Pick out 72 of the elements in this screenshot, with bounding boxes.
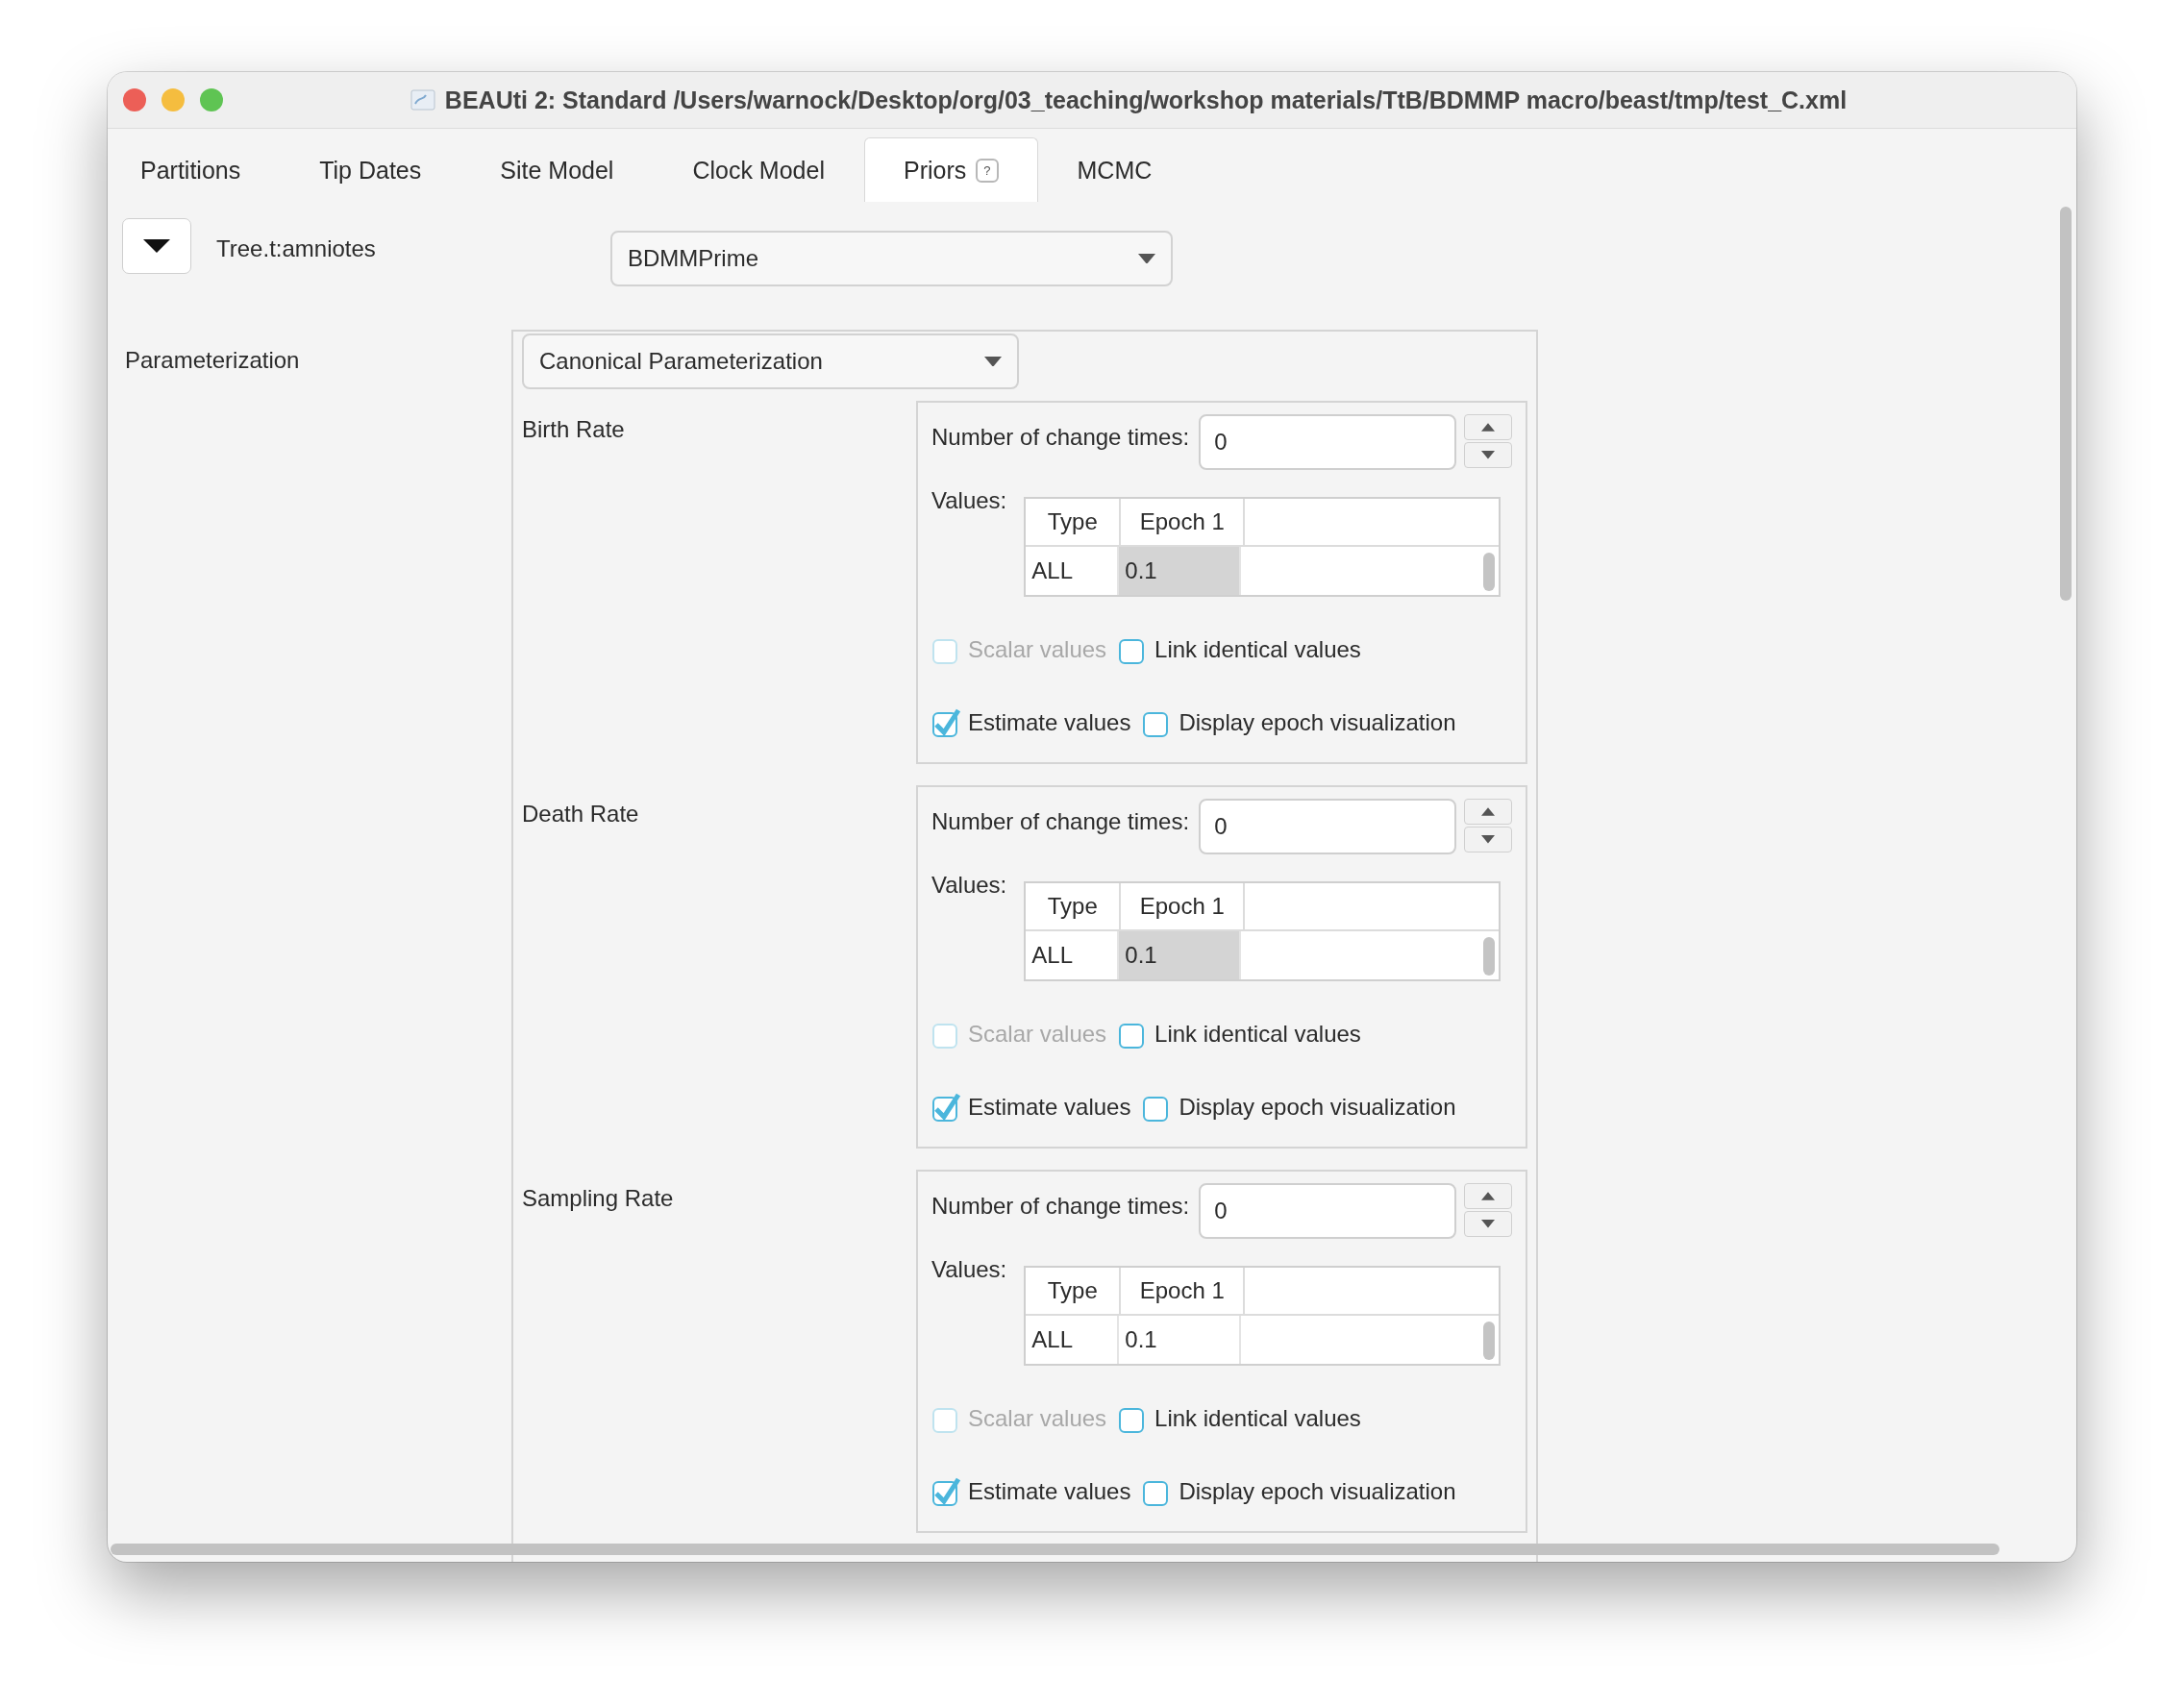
window-title: BEAUti 2: Standard /Users/warnock/Desktop/org/03_teaching/workshop materials/TtB/BDMMP macro/beast/tmp/test_C.xml: [444, 86, 1848, 114]
increment-button[interactable]: [1464, 414, 1513, 440]
field-label: Number of change times:: [931, 1192, 1190, 1220]
tab-label: Partitions: [140, 156, 241, 185]
down-triangle-icon: [142, 239, 171, 253]
tab-label: Priors: [903, 156, 967, 185]
caret-icon: [1138, 253, 1155, 264]
help-badge[interactable]: ?: [976, 158, 999, 183]
checkbox-label: Link identical values: [1154, 1021, 1361, 1048]
close-button[interactable]: [123, 88, 146, 111]
app-icon: [410, 89, 435, 111]
scrollbar[interactable]: [1483, 553, 1496, 591]
checkbox[interactable]: [931, 1092, 960, 1123]
tab[interactable]: Partitions: [108, 137, 281, 202]
change-times-field[interactable]: 0: [1199, 799, 1457, 854]
tab[interactable]: Site Model: [460, 137, 654, 202]
table-cell[interactable]: 0.1: [1119, 931, 1242, 979]
checkbox-label: Display epoch visualization: [1179, 1478, 1456, 1505]
decrement-button[interactable]: [1464, 442, 1513, 468]
minimize-button[interactable]: [161, 88, 185, 111]
zoom-button[interactable]: [200, 88, 223, 111]
tree-label: Tree.t:amniotes: [216, 235, 377, 262]
caret-icon: [1481, 451, 1496, 459]
tab[interactable]: MCMC: [1037, 137, 1192, 202]
checkbox-label: Estimate values: [968, 709, 1131, 736]
caret-icon: [1481, 1220, 1496, 1228]
scrollbar[interactable]: [1483, 1322, 1496, 1360]
checkbox-label: Display epoch visualization: [1179, 1094, 1456, 1121]
increment-button[interactable]: [1464, 1183, 1513, 1209]
tab-label: Site Model: [500, 156, 614, 185]
parameterization-label: Parameterization: [125, 346, 301, 374]
checkbox-label: Display epoch visualization: [1179, 709, 1456, 736]
field-label: Values:: [931, 1255, 1007, 1283]
increment-button[interactable]: [1464, 799, 1513, 825]
change-times-field[interactable]: 0: [1199, 414, 1457, 470]
collapse-button[interactable]: [122, 218, 191, 274]
model-dropdown[interactable]: BDMMPrime: [610, 231, 1173, 286]
vertical-scrollbar[interactable]: [2060, 207, 2072, 601]
decrement-button[interactable]: [1464, 827, 1513, 852]
up-caret-icon: [1481, 423, 1496, 432]
up-caret-icon: [1481, 807, 1496, 816]
decrement-button[interactable]: [1464, 1211, 1513, 1237]
field-label: Number of change times:: [931, 423, 1190, 451]
checkbox-label: Link identical values: [1154, 1405, 1361, 1432]
checkbox-label: Scalar values: [968, 636, 1107, 663]
tab-label: Clock Model: [692, 156, 825, 185]
checkbox-label: Estimate values: [968, 1478, 1131, 1505]
tab-label: MCMC: [1077, 156, 1153, 185]
tab[interactable]: Priors ?: [863, 137, 1038, 202]
tab[interactable]: Tip Dates: [280, 137, 461, 202]
rate-label: Death Rate: [522, 800, 640, 828]
caret-icon: [1481, 835, 1496, 844]
checkbox-label: Estimate values: [968, 1094, 1131, 1121]
up-caret-icon: [1481, 1192, 1496, 1200]
checkbox-label: Link identical values: [1154, 636, 1361, 663]
field-label: Values:: [931, 486, 1007, 514]
tab-label: Tip Dates: [319, 156, 422, 185]
parameterization-dropdown[interactable]: Canonical Parameterization: [522, 334, 1019, 389]
field-label: Values:: [931, 871, 1007, 899]
field-label: Number of change times:: [931, 807, 1190, 835]
checkbox-label: Scalar values: [968, 1021, 1107, 1048]
checkbox-label: Scalar values: [968, 1405, 1107, 1432]
change-times-field[interactable]: 0: [1199, 1183, 1457, 1239]
horizontal-scrollbar[interactable]: [111, 1544, 1999, 1555]
checkbox[interactable]: [931, 1476, 960, 1507]
caret-icon: [984, 356, 1002, 367]
rate-label: Birth Rate: [522, 415, 626, 443]
tab[interactable]: Clock Model: [653, 137, 864, 202]
rate-label: Sampling Rate: [522, 1184, 675, 1212]
checkbox[interactable]: [931, 707, 960, 738]
scrollbar[interactable]: [1483, 937, 1496, 976]
table-cell[interactable]: 0.1: [1119, 547, 1242, 595]
